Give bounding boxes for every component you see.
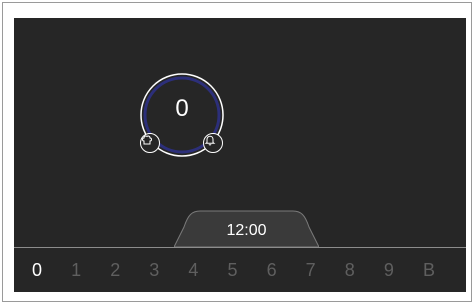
clock-tab[interactable]: 12:00 (174, 209, 319, 247)
bell-icon[interactable] (203, 133, 223, 153)
power-level-selector[interactable]: 0 1 2 3 4 5 6 7 8 9 B (14, 250, 466, 290)
power-level-5[interactable]: 5 (227, 250, 266, 290)
chef-hat-icon[interactable] (140, 133, 160, 153)
selector-divider (14, 247, 466, 248)
power-level-boost[interactable]: B (423, 250, 462, 290)
power-level-0[interactable]: 0 (32, 250, 71, 290)
power-level-8[interactable]: 8 (345, 250, 384, 290)
power-level-6[interactable]: 6 (267, 250, 306, 290)
power-level-1[interactable]: 1 (71, 250, 110, 290)
power-level-4[interactable]: 4 (188, 250, 227, 290)
power-level-9[interactable]: 9 (384, 250, 423, 290)
control-panel-screen: 0 12:00 0 1 2 3 4 5 6 7 8 9 B (14, 18, 466, 292)
power-level-2[interactable]: 2 (110, 250, 149, 290)
cooking-zone-dial[interactable]: 0 (139, 72, 225, 158)
clock-time: 12:00 (226, 222, 267, 239)
dial-value: 0 (175, 95, 189, 122)
appliance-display-frame: 0 12:00 0 1 2 3 4 5 6 7 8 9 B (2, 2, 472, 302)
power-level-3[interactable]: 3 (149, 250, 188, 290)
power-level-7[interactable]: 7 (306, 250, 345, 290)
